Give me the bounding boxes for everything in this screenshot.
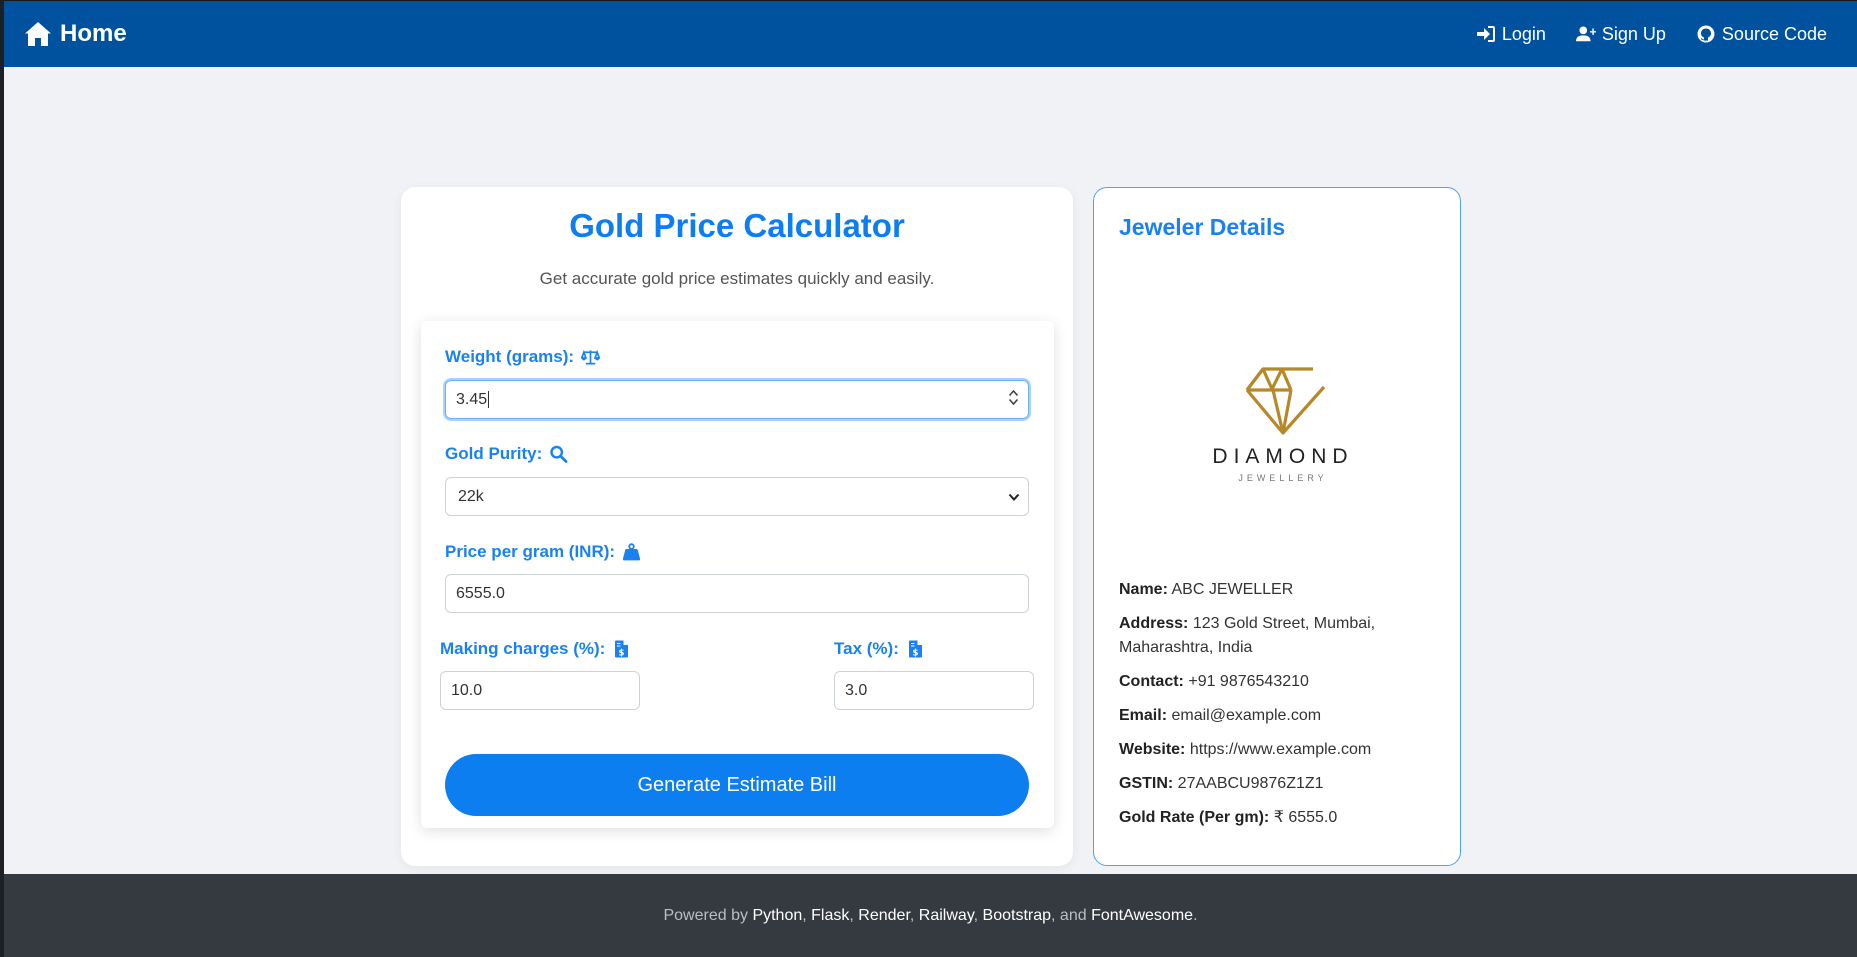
svg-text:$: $ — [912, 649, 918, 659]
logo-name: DIAMOND — [1212, 445, 1354, 468]
purity-selected-value: 22k — [458, 487, 484, 505]
window-edge — [0, 0, 4, 957]
weight-label: Weight (grams): — [445, 347, 601, 367]
tax-label: Tax (%): $ — [834, 639, 925, 659]
detail-gstin: GSTIN: 27AABCU9876Z1Z1 — [1119, 772, 1449, 796]
detail-address: Address: 123 Gold Street, Mumbai, Mahara… — [1119, 612, 1449, 660]
tax-input-value: 3.0 — [845, 681, 868, 699]
detail-value: https://www.example.com — [1189, 741, 1372, 758]
purity-select[interactable]: 22k — [445, 477, 1029, 516]
detail-value: ABC JEWELLER — [1171, 581, 1294, 598]
footer-link-render[interactable]: Render — [858, 907, 910, 924]
github-icon — [1697, 25, 1715, 43]
chevron-down-icon — [1008, 399, 1018, 405]
footer-separator: , — [849, 906, 854, 924]
diamond-icon — [1245, 367, 1326, 435]
footer-text: Powered by Python, Flask, Render, Railwa… — [663, 907, 1197, 925]
calculator-title: Gold Price Calculator — [569, 207, 905, 244]
home-link[interactable]: Home — [24, 20, 127, 48]
detail-email: Email: email@example.com — [1119, 704, 1449, 728]
footer-link-railway[interactable]: Railway — [919, 907, 974, 924]
logo-tagline: JEWELLERY — [1238, 473, 1328, 483]
source-code-label: Source Code — [1721, 23, 1827, 44]
price-label: Price per gram (INR): — [445, 542, 641, 562]
detail-name: Name: ABC JEWELLER — [1119, 578, 1449, 602]
diamond-jewellery-logo: DIAMOND JEWELLERY — [1196, 338, 1370, 484]
navbar: Home Login Sign Up Source Code — [4, 0, 1857, 67]
chevron-down-icon — [1008, 493, 1020, 501]
price-input[interactable]: 6555.0 — [445, 574, 1029, 613]
footer-link-flask[interactable]: Flask — [811, 907, 849, 924]
login-icon — [1476, 26, 1495, 42]
footer: Powered by Python, Flask, Render, Railwa… — [4, 874, 1857, 957]
making-charges-label-text: Making charges (%): — [440, 639, 606, 658]
purity-label-text: Gold Purity: — [445, 444, 543, 463]
footer-prefix: Powered by — [663, 906, 748, 924]
detail-value: email@example.com — [1171, 707, 1322, 724]
detail-value: ₹ 6555.0 — [1273, 809, 1338, 826]
purity-label: Gold Purity: — [445, 444, 568, 464]
footer-separator: , — [909, 906, 915, 924]
footer-link-fontawesome[interactable]: FontAwesome — [1091, 907, 1193, 924]
calculator-form: Weight (grams): 3.45 Gold Purity: 22k Pr… — [421, 321, 1054, 828]
weight-label-text: Weight (grams): — [445, 347, 575, 366]
home-label: Home — [60, 20, 127, 47]
login-label: Login — [1501, 23, 1546, 44]
footer-link-bootstrap[interactable]: Bootstrap — [983, 907, 1051, 924]
footer-separator: , — [802, 906, 807, 924]
source-code-link[interactable]: Source Code — [1696, 24, 1827, 45]
nav-links: Login Sign Up Source Code — [1476, 24, 1827, 45]
detail-key: Name: — [1119, 581, 1168, 598]
footer-end: . — [1193, 906, 1198, 924]
making-charges-label: Making charges (%): $ — [440, 639, 631, 659]
detail-value: +91 9876543210 — [1188, 673, 1309, 690]
footer-and: and — [1059, 906, 1087, 924]
user-plus-icon — [1575, 26, 1596, 42]
jeweler-card: Jeweler Details DIAMOND JEWELLERY Name: … — [1093, 187, 1461, 866]
tax-label-text: Tax (%): — [834, 639, 899, 658]
invoice-icon: $ — [908, 640, 922, 659]
weight-stepper[interactable] — [1008, 390, 1018, 410]
tax-input[interactable]: 3.0 — [834, 671, 1034, 710]
jeweler-details-list: Name: ABC JEWELLER Address: 123 Gold Str… — [1119, 578, 1449, 840]
detail-key: GSTIN: — [1119, 775, 1174, 792]
search-icon — [550, 445, 568, 463]
making-charges-input[interactable]: 10.0 — [440, 671, 640, 710]
jeweler-title: Jeweler Details — [1119, 214, 1286, 240]
detail-key: Website: — [1119, 741, 1186, 758]
detail-value: 27AABCU9876Z1Z1 — [1177, 775, 1324, 792]
detail-contact: Contact: +91 9876543210 — [1119, 670, 1449, 694]
weight-input[interactable]: 3.45 — [445, 380, 1029, 419]
footer-separator: , — [1051, 906, 1056, 924]
making-charges-input-value: 10.0 — [451, 681, 483, 699]
footer-separator: , — [973, 906, 979, 924]
chevron-up-icon — [1008, 390, 1018, 396]
invoice-icon: $ — [615, 640, 629, 659]
signup-link[interactable]: Sign Up — [1575, 23, 1666, 45]
signup-label: Sign Up — [1601, 23, 1666, 44]
price-label-text: Price per gram (INR): — [445, 542, 616, 561]
detail-key: Gold Rate (Per gm): — [1119, 809, 1270, 826]
weight-input-value: 3.45 — [456, 390, 488, 408]
detail-key: Contact: — [1119, 673, 1184, 690]
detail-gold-rate: Gold Rate (Per gm): ₹ 6555.0 — [1119, 806, 1449, 830]
login-link[interactable]: Login — [1476, 24, 1546, 45]
scale-icon — [581, 349, 601, 365]
price-input-value: 6555.0 — [456, 584, 505, 602]
calculator-card: Gold Price Calculator Get accurate gold … — [401, 187, 1073, 866]
calculator-subtitle: Get accurate gold price estimates quickl… — [539, 269, 935, 288]
home-icon — [25, 22, 51, 46]
detail-key: Address: — [1119, 615, 1189, 632]
footer-link-python[interactable]: Python — [752, 907, 802, 924]
text-cursor — [488, 391, 490, 408]
detail-website: Website: https://www.example.com — [1119, 738, 1449, 762]
generate-estimate-bill-button[interactable]: Generate Estimate Bill — [445, 754, 1029, 816]
detail-key: Email: — [1119, 707, 1168, 724]
weight-bag-icon — [622, 543, 641, 561]
svg-text:$: $ — [619, 649, 625, 659]
